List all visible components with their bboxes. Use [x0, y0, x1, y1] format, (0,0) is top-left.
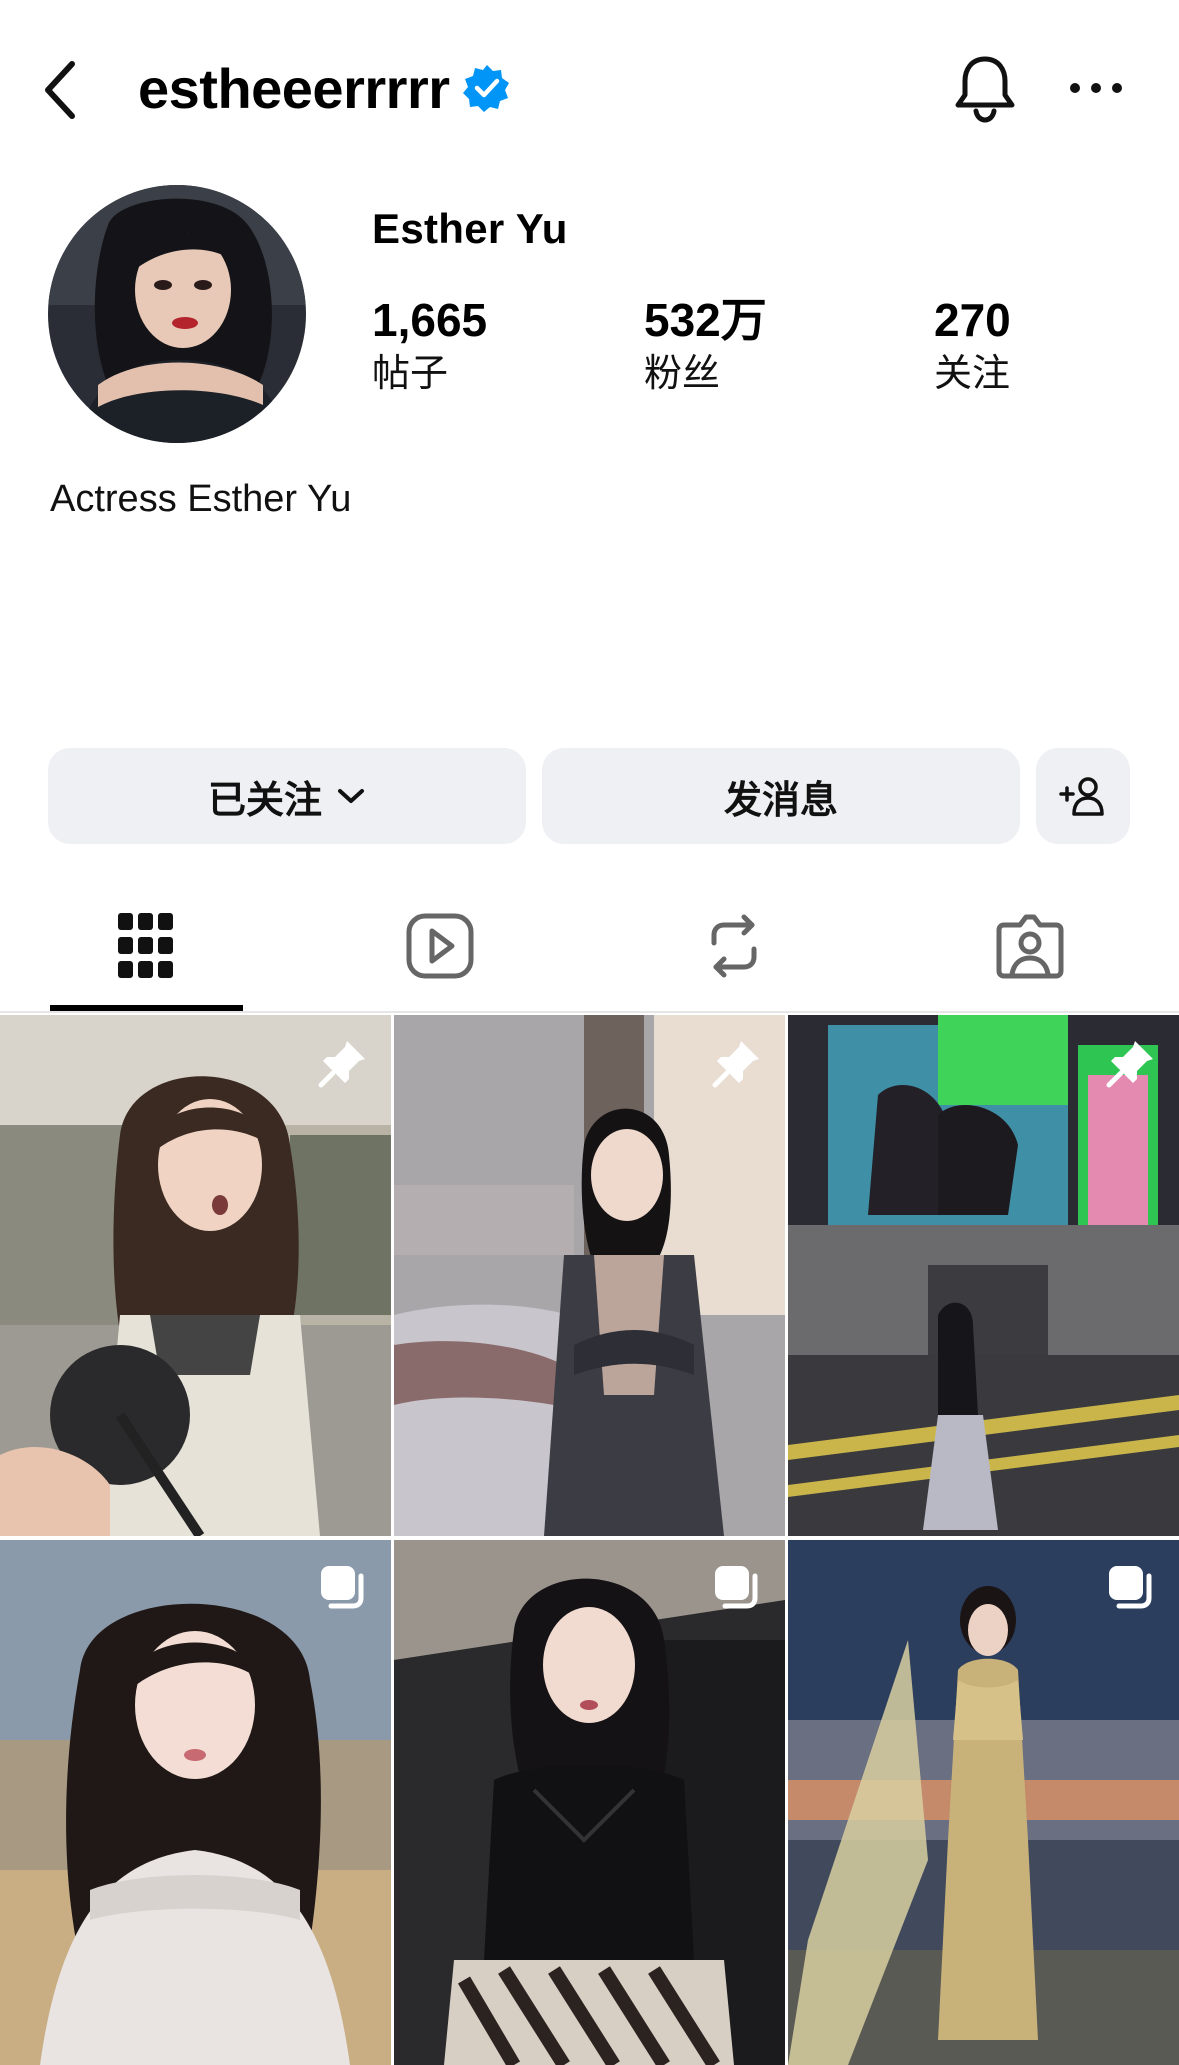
stat-following-label: 关注	[934, 353, 1011, 395]
stat-posts-value: 1,665	[372, 294, 488, 346]
stat-following-value: 270	[934, 294, 1011, 346]
posts-grid	[0, 1015, 1179, 2065]
post-thumbnail[interactable]	[788, 1540, 1179, 2065]
post-thumbnail[interactable]	[788, 1015, 1179, 1536]
stat-following[interactable]: 270 关注	[934, 292, 1011, 400]
verified-badge-icon	[462, 65, 509, 112]
pin-icon	[1106, 1041, 1153, 1088]
stat-followers[interactable]: 532万 粉丝	[644, 292, 767, 400]
reposts-icon	[711, 914, 757, 978]
stat-posts[interactable]: 1,665 帖子	[372, 292, 487, 400]
profile-tabs	[0, 880, 1179, 1012]
chevron-down-icon	[338, 789, 364, 803]
tab-tagged[interactable]	[930, 880, 1130, 1012]
profile-bio: Actress Esther Yu	[50, 478, 352, 520]
carousel-icon	[321, 1566, 364, 1609]
post-thumbnail[interactable]	[394, 1015, 785, 1536]
tagged-icon	[996, 914, 1064, 979]
following-button[interactable]: 已关注	[48, 748, 526, 844]
more-options-button[interactable]	[1060, 58, 1132, 118]
following-button-label: 已关注	[207, 779, 322, 822]
tab-posts-grid[interactable]	[46, 880, 246, 1012]
post-thumbnail[interactable]	[394, 1540, 785, 2065]
carousel-icon	[715, 1566, 758, 1609]
stat-posts-label: 帖子	[372, 353, 449, 395]
username-text: estheeerrrrr	[138, 56, 450, 120]
profile-avatar[interactable]	[48, 185, 306, 443]
display-name: Esther Yu	[372, 205, 568, 252]
pin-icon	[712, 1041, 759, 1088]
username-title: estheeerrrrr	[138, 52, 512, 124]
suggested-users-button[interactable]	[1036, 748, 1130, 844]
reels-icon	[406, 913, 474, 979]
carousel-icon	[1109, 1566, 1152, 1609]
tab-reels[interactable]	[340, 880, 540, 1012]
tab-reposts[interactable]	[634, 880, 834, 1012]
add-person-icon	[1059, 777, 1104, 816]
post-thumbnail[interactable]	[0, 1015, 391, 1536]
back-chevron-icon	[45, 61, 75, 119]
stat-followers-value: 532万	[644, 294, 767, 346]
message-button[interactable]: 发消息	[542, 748, 1020, 844]
notifications-button[interactable]	[950, 48, 1020, 128]
stat-followers-label: 粉丝	[644, 353, 721, 395]
back-button[interactable]	[30, 50, 90, 130]
profile-header: estheeerrrrr	[0, 0, 1179, 175]
more-horizontal-icon	[1070, 83, 1122, 93]
tabs-divider	[0, 1011, 1179, 1013]
message-button-label: 发消息	[723, 779, 838, 822]
grid-icon	[118, 913, 173, 978]
post-thumbnail[interactable]	[0, 1540, 391, 2065]
pin-icon	[318, 1041, 365, 1088]
bell-icon	[955, 56, 1015, 123]
